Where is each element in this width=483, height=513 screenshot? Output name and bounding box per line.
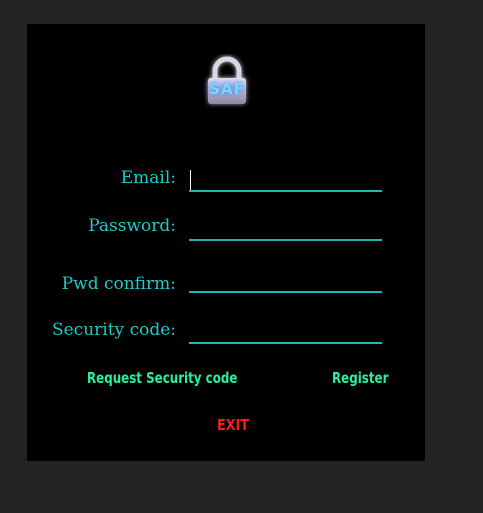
request-security-code-link[interactable]: Request Security code bbox=[87, 369, 237, 387]
exit-link[interactable]: EXIT bbox=[217, 416, 249, 434]
email-field[interactable] bbox=[189, 170, 382, 192]
register-link[interactable]: Register bbox=[332, 369, 388, 387]
security-code-label: Security code: bbox=[51, 320, 176, 340]
security-code-field[interactable] bbox=[189, 322, 382, 344]
password-label: Password: bbox=[88, 216, 176, 236]
email-label: Email: bbox=[120, 168, 176, 188]
login-panel: SAF Email: Password: Pwd confirm: Securi… bbox=[27, 24, 425, 461]
pwd-confirm-label: Pwd confirm: bbox=[61, 274, 176, 294]
password-field[interactable] bbox=[189, 219, 382, 241]
saf-logo: SAF bbox=[201, 54, 253, 110]
text-caret bbox=[190, 170, 191, 190]
logo-text: SAF bbox=[209, 80, 245, 98]
pwd-confirm-field[interactable] bbox=[189, 271, 382, 293]
